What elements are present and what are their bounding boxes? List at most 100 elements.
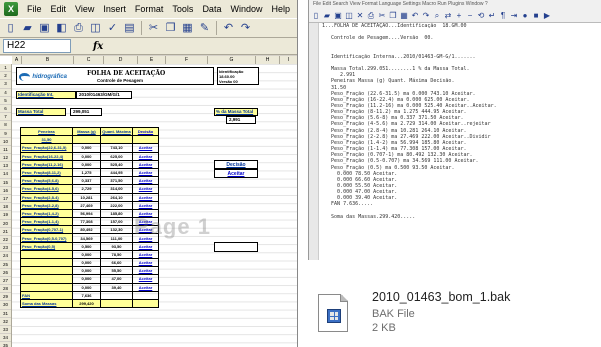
menu-insert[interactable]: Insert [103,4,126,14]
massa-cell[interactable]: 0,000 [72,257,101,268]
row-header[interactable]: 21 [0,228,11,236]
peneira-cell[interactable] [20,257,73,268]
row-header[interactable]: 17 [0,195,11,204]
menu-view[interactable]: View [75,4,94,14]
column-header[interactable]: H [256,56,280,64]
row-header[interactable]: 1 [0,64,11,73]
massa-cell[interactable]: 10,281 [72,192,101,202]
decisao-cell[interactable] [132,290,159,300]
peneira-cell[interactable]: Peso_Fração(5,6-8) [20,176,73,186]
cut-icon[interactable]: ✂ [146,21,161,36]
new-icon[interactable]: ▯ [3,21,18,36]
spreadsheet-grid[interactable]: A B C D E F G H I 1 2 3 4 5 6 7 8 9 10 11 12 13 14 15 1… [0,56,297,347]
peneira-cell[interactable]: Peso_Fração(0,5) [20,241,73,251]
column-header[interactable]: E [138,56,166,64]
quant-cell[interactable]: 93,50 [100,241,133,251]
research-icon[interactable]: ▤ [122,21,137,36]
redo-icon[interactable]: ↷ [238,21,253,36]
row-header[interactable]: 32 [0,318,11,326]
open-icon[interactable]: ▰ [322,11,332,21]
print-preview-icon[interactable]: ◫ [88,21,103,36]
quant-cell[interactable]: 47,00 [100,274,133,284]
quant-cell[interactable]: 185,80 [100,208,133,219]
column-header[interactable]: D [104,56,138,64]
redo-icon[interactable]: ↷ [421,11,431,21]
decisao-cell[interactable]: Aceitar [132,192,159,202]
close-icon[interactable]: ✕ [355,11,365,21]
massa-cell[interactable]: 0,337 [72,176,101,186]
quant-cell[interactable]: 78,50 [100,249,133,260]
file-item[interactable]: 2010_01463_bom_1.bak BAK File 2 KB [318,288,578,338]
row-header[interactable]: 27 [0,277,11,286]
row-header[interactable]: 29 [0,293,11,302]
menu-edit[interactable]: Edit [51,4,67,14]
menu-format[interactable]: Format [135,4,164,14]
peneira-cell[interactable]: FAN [20,290,73,300]
peneira-cell[interactable]: Peso_Fração(2-2,8) [20,200,73,210]
peneira-cell[interactable] [20,274,73,284]
massa-cell[interactable]: 2,729 [72,184,101,194]
excel-app-icon[interactable]: X [4,2,18,16]
row-header[interactable]: 9 [0,130,11,138]
row-header[interactable]: 16 [0,187,11,195]
find-icon[interactable]: ⌕ [432,11,442,21]
editor-body[interactable]: 1...FOLHA DE ACEITAÇÃO...Identificação 1… [309,23,601,260]
decisao-cell[interactable]: Aceitar [132,249,159,260]
save-icon[interactable]: ▣ [37,21,52,36]
column-header[interactable]: C [74,56,104,64]
column-header[interactable]: A [12,56,22,64]
peneira-cell[interactable]: Peso_Fração(0,5-0,707) [20,233,73,243]
copy-icon[interactable]: ❐ [163,21,178,36]
quant-cell[interactable]: 222,00 [100,200,133,210]
decisao-value[interactable]: Aceitar [214,169,258,178]
bak-file-icon[interactable] [318,294,348,332]
row-header[interactable]: 5 [0,97,11,105]
row-header[interactable]: 31 [0,310,11,318]
undo-icon[interactable]: ↶ [221,21,236,36]
row-header[interactable]: 33 [0,326,11,335]
print-icon[interactable]: ⎙ [71,21,86,36]
editor-text-area[interactable]: 1...FOLHA DE ACEITAÇÃO...Identificação 1… [319,23,601,260]
print-icon[interactable]: ⎙ [366,11,376,21]
play-icon[interactable]: ▶ [542,11,552,21]
massa-cell[interactable]: 27,469 [72,200,101,210]
quant-cell[interactable]: 625,00 [100,151,133,161]
row-header[interactable]: 19 [0,211,11,220]
massa-cell[interactable]: 0,000 [72,143,101,153]
function-icon[interactable]: fx [93,41,103,52]
quant-cell[interactable]: 55,50 [100,266,133,276]
massa-cell[interactable]: 77,308 [72,217,101,227]
file-name[interactable]: 2010_01463_bom_1.bak [372,290,510,304]
quant-cell[interactable]: 66,60 [100,257,133,268]
quant-cell[interactable]: 39,40 [100,282,133,292]
save-icon[interactable]: ▣ [333,11,343,21]
row-header[interactable]: 3 [0,80,11,89]
row-header[interactable]: 12 [0,154,11,163]
peneira-cell[interactable]: Peso_Fração(16-22,4) [20,151,73,161]
row-header[interactable]: 20 [0,220,11,228]
indent-icon[interactable]: ⇥ [509,11,519,21]
quant-cell[interactable]: 525,40 [100,159,133,169]
massa-cell[interactable]: 7,636 [72,290,101,300]
menu-data[interactable]: Data [202,4,221,14]
massa-cell[interactable]: 0,000 [72,266,101,276]
paste-icon[interactable]: ▦ [180,21,195,36]
identificacao-value[interactable]: 2010/01463/GM/G/1 [76,91,132,99]
row-header[interactable]: 35 [0,342,11,347]
menu-help[interactable]: Help [271,4,290,14]
open-icon[interactable]: ▰ [20,21,35,36]
show-all-icon[interactable]: ¶ [498,11,508,21]
replace-icon[interactable]: ⇄ [443,11,453,21]
massa-cell[interactable]: 0,000 [72,159,101,169]
row-header[interactable]: 23 [0,244,11,253]
row-header[interactable]: 26 [0,269,11,277]
pct-massa-value[interactable]: 2,991 [226,116,256,124]
massa-cell[interactable]: 34,569 [72,233,101,243]
peneira-cell[interactable] [20,282,73,292]
zoom-out-icon[interactable]: − [465,11,475,21]
row-header[interactable]: 6 [0,105,11,114]
stop-icon[interactable]: ■ [531,11,541,21]
quant-cell[interactable]: 371,50 [100,176,133,186]
save-all-icon[interactable]: ◫ [344,11,354,21]
massa-cell[interactable]: 0,000 [72,151,101,161]
